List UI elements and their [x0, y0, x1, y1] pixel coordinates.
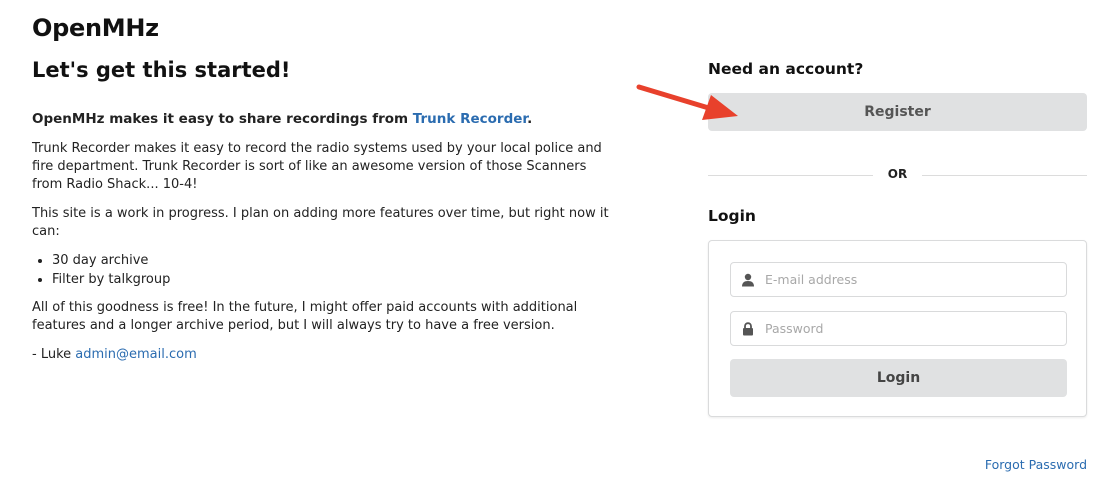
feature-item: Filter by talkgroup	[52, 271, 612, 289]
password-field	[730, 311, 1067, 346]
intro-paragraph-2: This site is a work in progress. I plan …	[32, 206, 609, 239]
password-input[interactable]	[765, 312, 1055, 345]
divider-line-right	[922, 175, 1087, 176]
intro-lead: OpenMHz makes it easy to share recording…	[32, 110, 612, 128]
intro-section: OpenMHz makes it easy to share recording…	[32, 110, 612, 375]
login-form: Login	[708, 240, 1087, 417]
forgot-password-link[interactable]: Forgot Password	[985, 457, 1087, 472]
trunk-recorder-link[interactable]: Trunk Recorder	[413, 111, 527, 127]
intro-paragraph-1: Trunk Recorder makes it easy to record t…	[32, 141, 602, 192]
intro-lead-end: .	[527, 111, 533, 127]
login-heading: Login	[708, 207, 756, 225]
page-heading: Let's get this started!	[32, 58, 291, 82]
intro-paragraph-3: All of this goodness is free! In the fut…	[32, 300, 578, 333]
email-field	[730, 262, 1067, 297]
signature: - Luke admin@email.com	[32, 346, 612, 364]
or-divider: OR	[708, 166, 1087, 184]
feature-item: 30 day archive	[52, 252, 612, 270]
need-account-heading: Need an account?	[708, 60, 864, 78]
feature-list: 30 day archive Filter by talkgroup	[52, 252, 612, 289]
register-button[interactable]: Register	[708, 93, 1087, 131]
user-icon	[742, 273, 754, 287]
email-input[interactable]	[765, 263, 1055, 296]
annotation-arrow-icon	[636, 84, 738, 120]
login-button[interactable]: Login	[730, 359, 1067, 397]
signature-name: - Luke	[32, 347, 76, 362]
intro-lead-text: OpenMHz makes it easy to share recording…	[32, 111, 413, 127]
or-label: OR	[887, 167, 908, 181]
admin-email-link[interactable]: admin@email.com	[75, 347, 196, 362]
lock-icon	[743, 322, 753, 336]
site-title: OpenMHz	[32, 14, 159, 42]
